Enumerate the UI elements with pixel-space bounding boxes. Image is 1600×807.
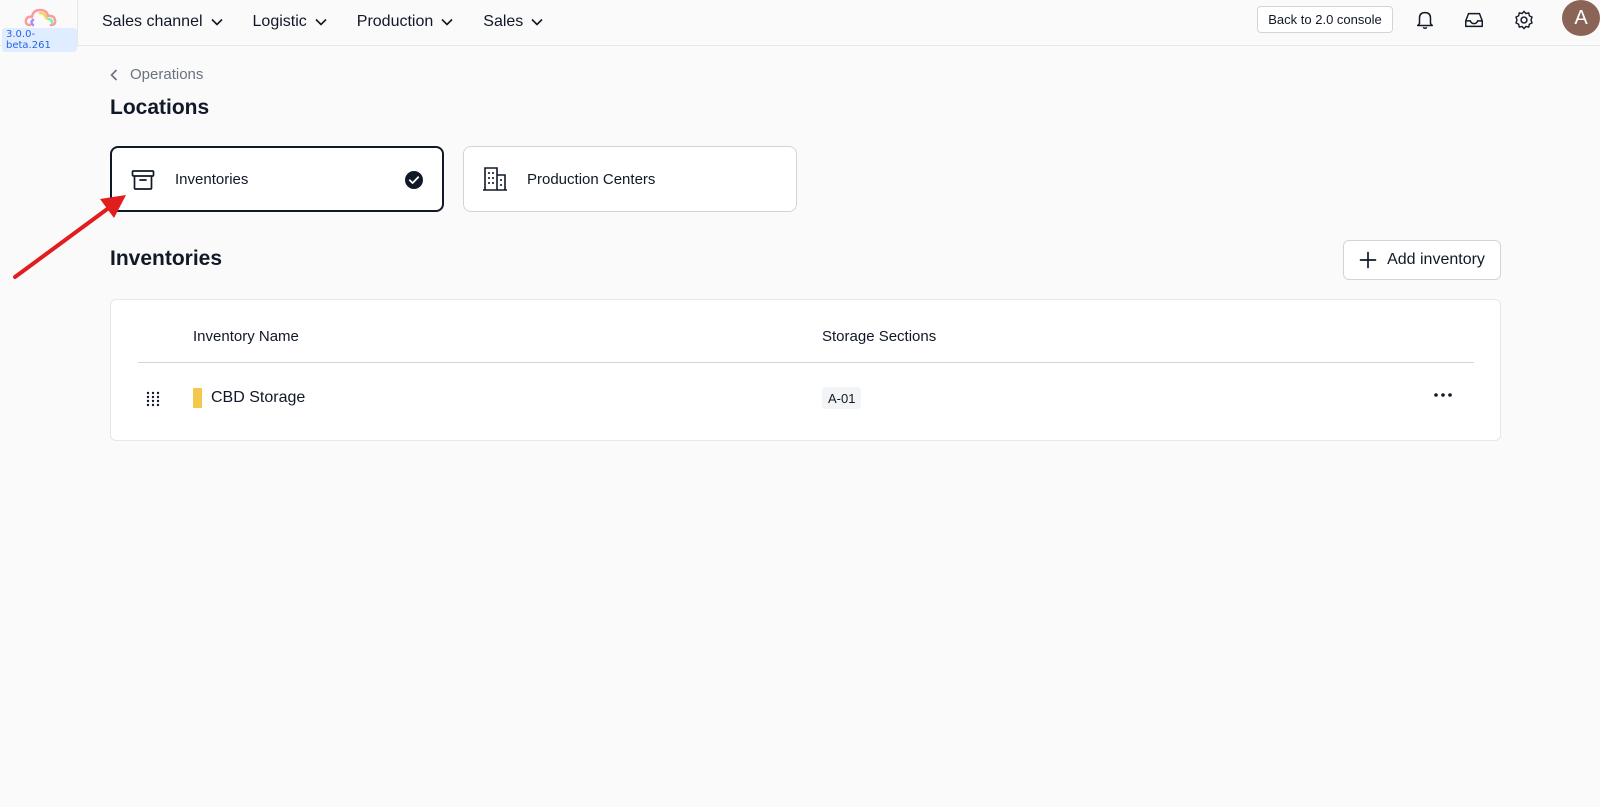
plus-icon xyxy=(1359,251,1377,269)
column-header-inventory-name: Inventory Name xyxy=(193,328,299,345)
annotation-arrow-icon xyxy=(13,195,126,279)
nav-label: Logistic xyxy=(252,13,307,30)
inventory-name[interactable]: CBD Storage xyxy=(211,389,305,407)
top-bar: 3.0.0-beta.261 Sales channel Logistic Pr… xyxy=(0,0,1600,52)
add-inventory-label: Add inventory xyxy=(1387,251,1485,268)
avatar[interactable]: A xyxy=(1562,0,1600,36)
table-row[interactable]: CBD Storage A-01 xyxy=(111,363,1500,441)
cloud-logo-icon xyxy=(24,8,57,27)
breadcrumb-label: Operations xyxy=(130,66,204,83)
tab-inventories[interactable]: Inventories xyxy=(110,146,444,212)
drag-handle-icon[interactable] xyxy=(146,391,160,407)
chevron-down-icon xyxy=(531,18,543,26)
version-badge: 3.0.0-beta.261 xyxy=(2,28,77,52)
column-header-storage-sections: Storage Sections xyxy=(822,328,937,345)
nav-label: Sales channel xyxy=(102,13,203,30)
nav-production[interactable]: Production xyxy=(357,13,454,31)
nav-sales-channel[interactable]: Sales channel xyxy=(102,13,223,31)
chevron-down-icon xyxy=(315,18,327,26)
check-circle-icon xyxy=(405,171,423,189)
tab-label: Inventories xyxy=(175,170,249,188)
bell-icon[interactable] xyxy=(1414,9,1436,31)
building-icon xyxy=(483,167,507,191)
nav-sales[interactable]: Sales xyxy=(483,13,543,31)
chevron-down-icon xyxy=(210,18,223,26)
add-inventory-button[interactable]: Add inventory xyxy=(1343,240,1501,280)
back-to-console-button[interactable]: Back to 2.0 console xyxy=(1257,6,1393,33)
breadcrumb-back[interactable]: Operations xyxy=(110,66,203,83)
chevron-down-icon xyxy=(441,18,453,26)
inventory-color-marker xyxy=(193,388,202,408)
inventories-table: Inventory Name Storage Sections CBD Stor… xyxy=(110,299,1501,441)
chevron-left-icon xyxy=(110,68,118,81)
main-nav: Sales channel Logistic Production Sales xyxy=(102,0,573,44)
storage-section-tag: A-01 xyxy=(822,387,862,409)
more-options-icon[interactable] xyxy=(1431,389,1455,401)
tab-production-centers[interactable]: Production Centers xyxy=(463,146,797,212)
nav-label: Production xyxy=(356,13,434,30)
tab-label: Production Centers xyxy=(527,170,656,188)
logo-area[interactable]: 3.0.0-beta.261 xyxy=(0,0,78,52)
nav-label: Sales xyxy=(483,13,524,30)
inbox-icon[interactable] xyxy=(1463,9,1485,31)
page-title: Locations xyxy=(110,96,210,119)
gear-icon[interactable] xyxy=(1513,9,1535,31)
nav-logistic[interactable]: Logistic xyxy=(253,13,327,31)
